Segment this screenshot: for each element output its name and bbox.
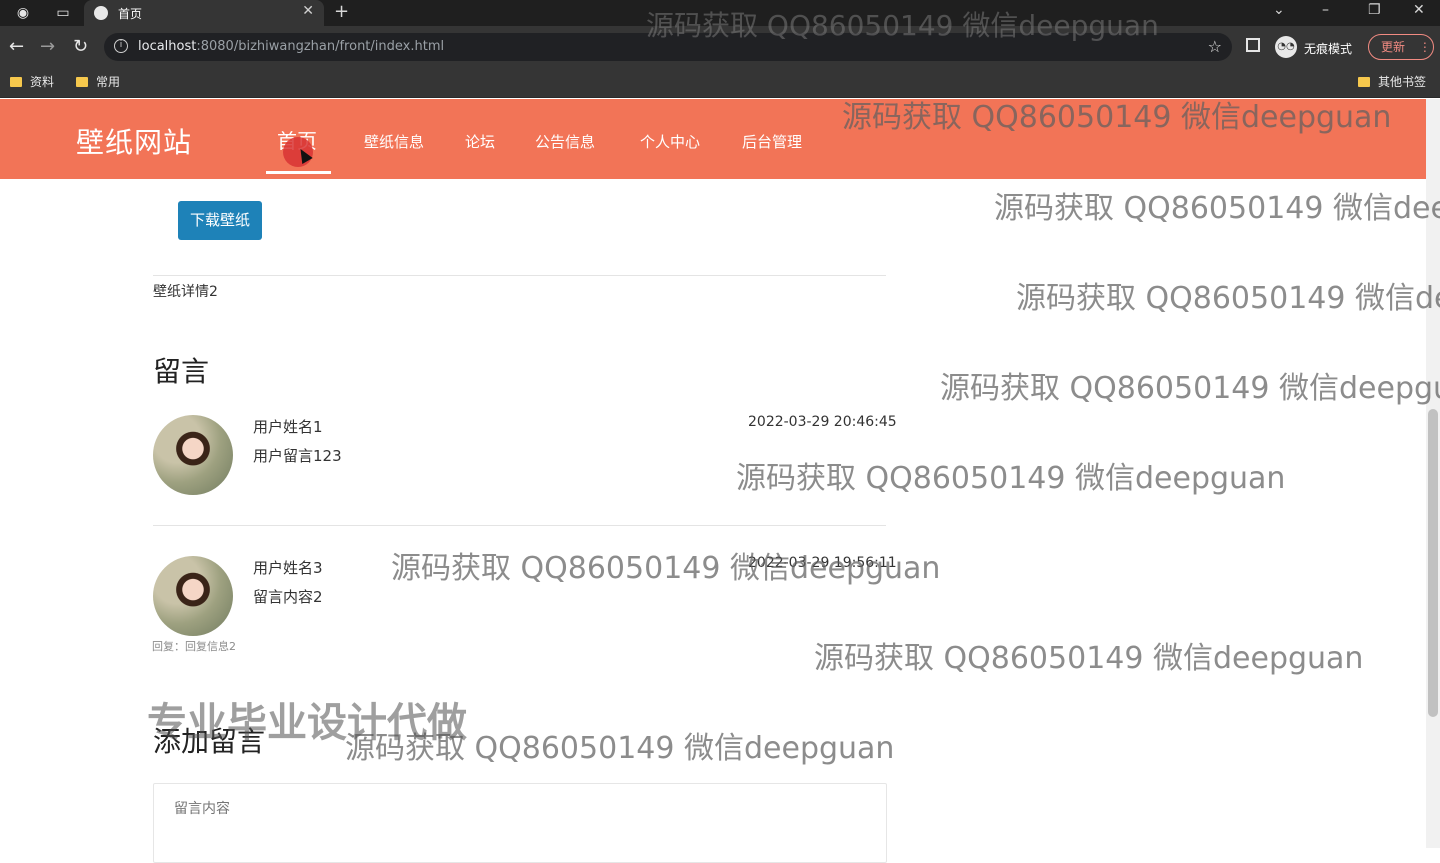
watermark: 源码获取 QQ86050149 微信dee: [994, 191, 1440, 226]
new-tab-icon[interactable]: +: [334, 1, 349, 22]
comment-username: 用户姓名3: [253, 559, 323, 577]
avatar: [153, 415, 233, 495]
bookmark-label: 常用: [96, 75, 121, 89]
browser-tabstrip: ◉ ▭ 首页 ✕ + ⌄ – ❐ ✕: [0, 0, 1440, 26]
folder-icon: [1358, 77, 1370, 87]
comments-title: 留言: [153, 355, 210, 388]
watermark: 源码获取 QQ86050149 微信deepguan: [814, 641, 1364, 676]
divider: [153, 525, 886, 526]
close-window-icon[interactable]: ✕: [1413, 2, 1425, 18]
close-tab-icon[interactable]: ✕: [302, 3, 314, 19]
nav-active-indicator: [266, 171, 331, 174]
restore-icon[interactable]: ❐: [1368, 2, 1381, 18]
comment-reply: 回复：回复信息2: [152, 640, 236, 653]
side-panel-icon[interactable]: [1246, 38, 1260, 52]
update-label: 更新: [1381, 40, 1406, 54]
nav-user-center[interactable]: 个人中心: [640, 131, 700, 152]
comment-time: 2022-03-29 20:46:45: [748, 414, 897, 430]
watermark-large: 专业毕业设计代做: [147, 700, 467, 746]
tab-title: 首页: [118, 7, 143, 21]
folder-icon: [76, 77, 88, 87]
comment-text: 留言内容2: [253, 588, 323, 606]
bookmarks-bar: 资料 常用 其他书签: [0, 68, 1440, 98]
site-logo[interactable]: 壁纸网站: [76, 121, 192, 161]
chevron-down-icon[interactable]: ⌄: [1273, 2, 1285, 18]
globe-favicon-icon: [94, 6, 108, 20]
incognito-icon[interactable]: ◔◔: [1275, 36, 1297, 58]
other-bookmarks-label: 其他书签: [1378, 75, 1427, 89]
url-path: :8080/bizhiwangzhan/front/index.html: [196, 39, 445, 54]
other-bookmarks[interactable]: 其他书签: [1358, 73, 1426, 90]
comment-input[interactable]: [153, 783, 887, 863]
reload-icon[interactable]: ↻: [73, 36, 88, 57]
minimize-icon[interactable]: –: [1322, 2, 1329, 18]
nav-forum[interactable]: 论坛: [465, 131, 495, 152]
divider: [153, 275, 886, 276]
nav-wallpaper-info[interactable]: 壁纸信息: [364, 131, 424, 152]
bookmark-label: 资料: [30, 75, 55, 89]
comment-username: 用户姓名1: [253, 418, 323, 436]
avatar: [153, 556, 233, 636]
nav-announcements[interactable]: 公告信息: [535, 131, 595, 152]
nav-admin[interactable]: 后台管理: [742, 131, 802, 152]
window-icon[interactable]: ▭: [52, 4, 74, 22]
folder-icon: [10, 77, 22, 87]
incognito-label: 无痕模式: [1304, 42, 1353, 56]
comment-text: 用户留言123: [253, 447, 342, 465]
bookmark-star-icon[interactable]: ☆: [1208, 37, 1222, 56]
bookmark-folder-1[interactable]: 资料: [10, 73, 54, 90]
browser-tab[interactable]: 首页 ✕: [84, 0, 324, 26]
page-scrollbar[interactable]: [1426, 99, 1440, 848]
comment-time: 2022-03-29 19:56:11: [748, 555, 897, 571]
watermark: 源码获取 QQ86050149 微信de: [1016, 281, 1440, 316]
globe-icon[interactable]: ◉: [12, 4, 34, 22]
info-icon[interactable]: i: [114, 39, 128, 53]
browser-toolbar: ← → ↻ i localhost:8080/bizhiwangzhan/fro…: [0, 26, 1440, 68]
scrollbar-thumb[interactable]: [1428, 409, 1438, 717]
forward-icon[interactable]: →: [40, 36, 55, 57]
url-text: localhost:8080/bizhiwangzhan/front/index…: [138, 39, 444, 54]
site-navbar: 壁纸网站 首页 壁纸信息 论坛 公告信息 个人中心 后台管理: [0, 99, 1426, 179]
watermark: 源码获取 QQ86050149 微信deepgu: [940, 371, 1440, 406]
download-wallpaper-button[interactable]: 下载壁纸: [178, 201, 262, 240]
back-icon[interactable]: ←: [9, 36, 24, 57]
menu-dots-icon[interactable]: ⋮: [1419, 40, 1431, 54]
watermark: 源码获取 QQ86050149 微信deepguan: [736, 461, 1286, 496]
update-button[interactable]: 更新 ⋮: [1368, 34, 1434, 60]
bookmark-folder-2[interactable]: 常用: [76, 73, 120, 90]
address-bar[interactable]: i localhost:8080/bizhiwangzhan/front/ind…: [104, 33, 1232, 61]
url-host: localhost: [138, 39, 197, 54]
wallpaper-description: 壁纸详情2: [153, 284, 218, 300]
